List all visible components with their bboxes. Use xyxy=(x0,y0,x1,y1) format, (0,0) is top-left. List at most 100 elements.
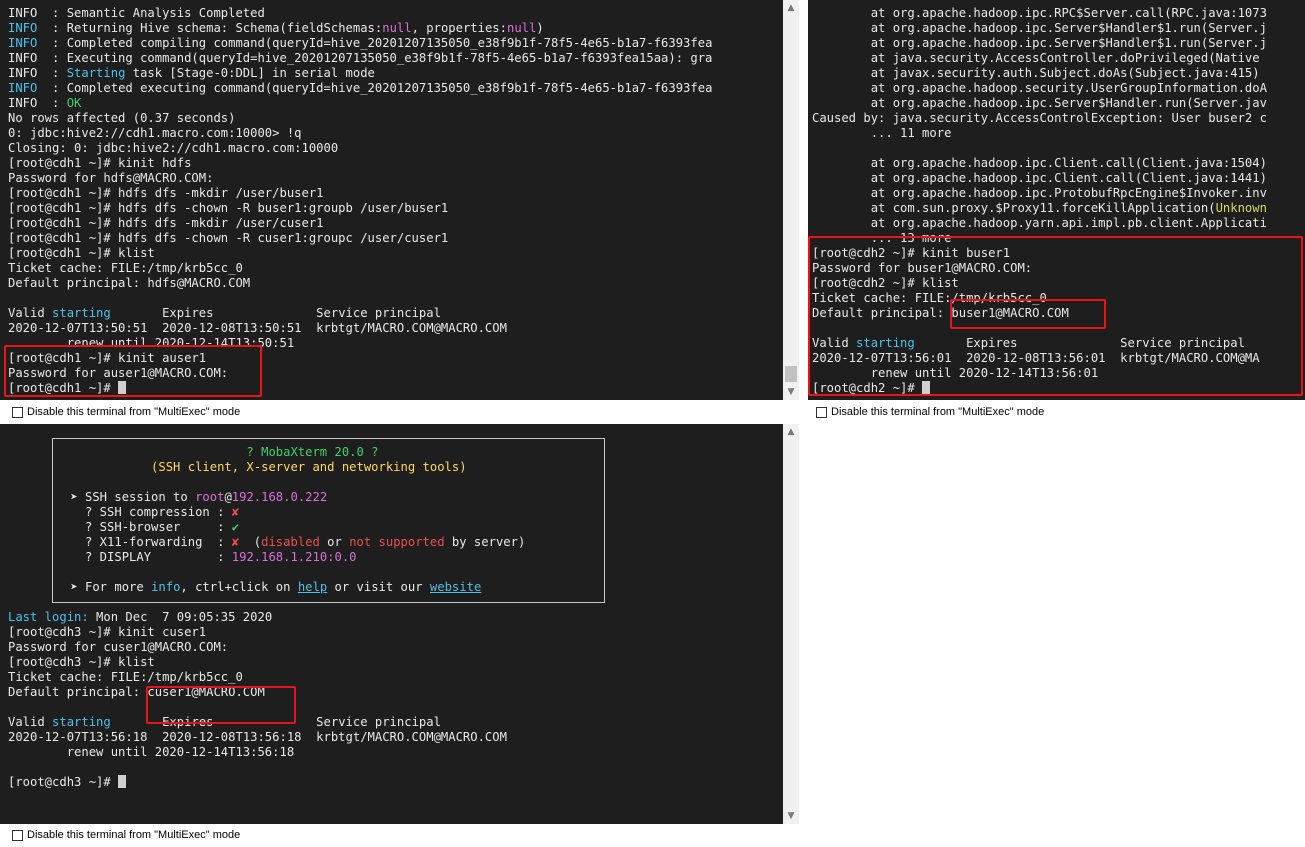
multiexec-toggle-cdh3[interactable]: Disable this terminal from "MultiExec" m… xyxy=(12,826,240,844)
terminal-line: Ticket cache: FILE:/tmp/krb5cc_0 xyxy=(8,670,507,685)
terminal-text: ➤ For more xyxy=(63,580,152,594)
terminal-line: [root@cdh1 ~]# klist xyxy=(8,246,712,261)
scroll-down-arrow-icon[interactable]: ▼ xyxy=(783,808,799,824)
terminal-text: at org.apache.hadoop.security.UserGroupI… xyxy=(812,81,1267,95)
terminal-text: renew until 2020-12-14T13:56:18 xyxy=(8,745,295,759)
terminal-text: Valid xyxy=(8,306,53,320)
terminal-text: or xyxy=(319,535,350,549)
scroll-up-arrow-icon[interactable]: ▲ xyxy=(783,0,799,16)
scroll-down-arrow-icon[interactable]: ▼ xyxy=(783,384,799,400)
terminal-line: 0: jdbc:hive2://cdh1.macro.com:10000> !q xyxy=(8,126,712,141)
terminal-line: [root@cdh3 ~]# kinit cuser1 xyxy=(8,625,507,640)
terminal-cdh1[interactable]: INFO : Semantic Analysis Completed INFO :… xyxy=(0,0,783,400)
terminal-line: at org.apache.hadoop.ipc.Client.call(Cli… xyxy=(812,156,1267,171)
mobaxterm-banner: ? MobaXterm 20.0 ? (SSH client, X-server… xyxy=(52,438,605,603)
terminal-line: [root@cdh1 ~]# hdfs dfs -chown -R cuser1… xyxy=(8,231,712,246)
terminal-link[interactable]: help xyxy=(298,580,327,594)
terminal-text: null xyxy=(382,21,412,35)
terminal-text: ✘ xyxy=(231,535,240,549)
terminal-line: at javax.security.auth.Subject.doAs(Subj… xyxy=(812,66,1267,81)
terminal-text: at org.apache.hadoop.ipc.Server$Handler$… xyxy=(812,36,1267,50)
terminal-text: 2020-12-07T13:56:18 2020-12-08T13:56:18 … xyxy=(8,730,507,744)
terminal-text: starting xyxy=(52,306,111,320)
terminal-text: Starting xyxy=(66,66,126,80)
terminal-link[interactable]: website xyxy=(430,580,481,594)
terminal-text: [root@cdh3 ~]# xyxy=(8,775,119,789)
terminal-line: INFO : OK xyxy=(8,96,712,111)
terminal-text: Closing: 0: jdbc:hive2://cdh1.macro.com:… xyxy=(8,141,339,155)
terminal-line: INFO : Completed compiling command(query… xyxy=(8,36,712,51)
terminal-text: (SSH client, X-server and networking too… xyxy=(63,460,467,474)
terminal-line: [root@cdh3 ~]# klist xyxy=(8,655,507,670)
multiexec-toggle-cdh1[interactable]: Disable this terminal from "MultiExec" m… xyxy=(12,403,240,421)
terminal-text: Ticket cache: FILE:/tmp/krb5cc_0 xyxy=(8,261,243,275)
terminal-line: Closing: 0: jdbc:hive2://cdh1.macro.com:… xyxy=(8,141,712,156)
multiexec-toggle-cdh2[interactable]: Disable this terminal from "MultiExec" m… xyxy=(816,403,1044,421)
terminal-text: starting xyxy=(52,715,111,729)
terminal-line: at org.apache.hadoop.ipc.ProtobufRpcEngi… xyxy=(812,186,1267,201)
terminal-line: INFO : Returning Hive schema: Schema(fie… xyxy=(8,21,712,36)
terminal-text: : Returning Hive schema: Schema(fieldSch… xyxy=(37,21,383,35)
terminal-line: at org.apache.hadoop.ipc.Server$Handler$… xyxy=(812,36,1267,51)
terminal-text: Ticket cache: FILE:/tmp/krb5cc_0 xyxy=(8,670,243,684)
highlight-box-auser1 xyxy=(4,345,262,397)
terminal-text: Valid xyxy=(8,715,53,729)
terminal-text: @ xyxy=(224,490,232,504)
terminal-text: at org.apache.hadoop.ipc.Client.call(Cli… xyxy=(812,171,1267,185)
highlight-box-cuser1-principal xyxy=(146,686,296,724)
terminal-line: [root@cdh1 ~]# hdfs dfs -mkdir /user/bus… xyxy=(8,186,712,201)
terminal-text: not supported xyxy=(349,535,445,549)
terminal-cdh1-output: INFO : Semantic Analysis Completed INFO :… xyxy=(8,6,712,396)
terminal-text: [root@cdh1 ~]# kinit hdfs xyxy=(8,156,192,170)
multiexec-label: Disable this terminal from "MultiExec" m… xyxy=(831,406,1045,418)
terminal-text: INFO xyxy=(8,21,38,35)
terminal-text: Password for cuser1@MACRO.COM: xyxy=(8,640,229,654)
multiexec-checkbox[interactable] xyxy=(12,829,23,841)
terminal-text: Unknown xyxy=(1215,201,1267,215)
terminal-cdh1-scrollbar[interactable]: ▲ ▼ xyxy=(783,0,799,400)
scroll-up-arrow-icon[interactable]: ▲ xyxy=(783,424,799,440)
terminal-text: ✔ xyxy=(231,520,240,534)
terminal-line: ? DISPLAY : 192.168.1.210:0.0 xyxy=(63,550,525,565)
terminal-line: ? SSH compression : ✘ xyxy=(63,505,525,520)
multiexec-label: Disable this terminal from "MultiExec" m… xyxy=(27,829,241,841)
terminal-line: Password for cuser1@MACRO.COM: xyxy=(8,640,507,655)
terminal-text: Last login: xyxy=(8,610,89,624)
terminal-text: 192.168.0.222 xyxy=(231,490,328,504)
terminal-text: at javax.security.auth.Subject.doAs(Subj… xyxy=(812,66,1260,80)
terminal-line: at org.apache.hadoop.ipc.RPC$Server.call… xyxy=(812,6,1267,21)
terminal-text: [root@cdh1 ~]# hdfs dfs -chown -R buser1… xyxy=(8,201,449,215)
terminal-text: Default principal: hdfs@MACRO.COM xyxy=(8,276,251,290)
terminal-text: : Completed executing command(queryId=hi… xyxy=(37,81,713,95)
terminal-line: [root@cdh1 ~]# hdfs dfs -mkdir /user/cus… xyxy=(8,216,712,231)
terminal-text: INFO xyxy=(8,36,38,50)
terminal-text: null xyxy=(506,21,537,35)
terminal-line: Password for hdfs@MACRO.COM: xyxy=(8,171,712,186)
terminal-text: INFO : Executing command(queryId=hive_20… xyxy=(8,51,713,65)
terminal-line: ? SSH-browser : ✔ xyxy=(63,520,525,535)
multiexec-checkbox[interactable] xyxy=(816,406,827,418)
terminal-text: disabled xyxy=(261,535,320,549)
multiexec-checkbox[interactable] xyxy=(12,406,23,418)
terminal-line: ➤ For more info, ctrl+click on help or v… xyxy=(63,580,525,595)
scrollbar-thumb[interactable] xyxy=(785,366,797,382)
terminal-text: 2020-12-07T13:50:51 2020-12-08T13:50:51 … xyxy=(8,321,507,335)
terminal-text: ? SSH-browser : xyxy=(63,520,232,534)
terminal-cdh3-scrollbar[interactable]: ▲ ▼ xyxy=(783,424,799,824)
terminal-line: at org.apache.hadoop.ipc.Server$Handler$… xyxy=(812,21,1267,36)
terminal-text: at java.security.AccessController.doPriv… xyxy=(812,51,1267,65)
terminal-text: ... 11 more xyxy=(812,126,952,140)
terminal-text: ? X11-forwarding : xyxy=(63,535,232,549)
terminal-text: at org.apache.hadoop.ipc.Server$Handler$… xyxy=(812,21,1267,35)
terminal-line: at java.security.AccessController.doPriv… xyxy=(812,51,1267,66)
terminal-line: at org.apache.hadoop.yarn.api.impl.pb.cl… xyxy=(812,216,1267,231)
terminal-text: by server) xyxy=(444,535,526,549)
terminal-line: Caused by: java.security.AccessControlEx… xyxy=(812,111,1267,126)
terminal-text: [root@cdh3 ~]# kinit cuser1 xyxy=(8,625,207,639)
terminal-text: Password for hdfs@MACRO.COM: xyxy=(8,171,214,185)
multiexec-label: Disable this terminal from "MultiExec" m… xyxy=(27,406,241,418)
terminal-text: [root@cdh1 ~]# hdfs dfs -chown -R cuser1… xyxy=(8,231,449,245)
terminal-text: INFO : Semantic Analysis Completed xyxy=(8,6,265,20)
terminal-text: Mon Dec 7 09:05:35 2020 xyxy=(88,610,273,624)
